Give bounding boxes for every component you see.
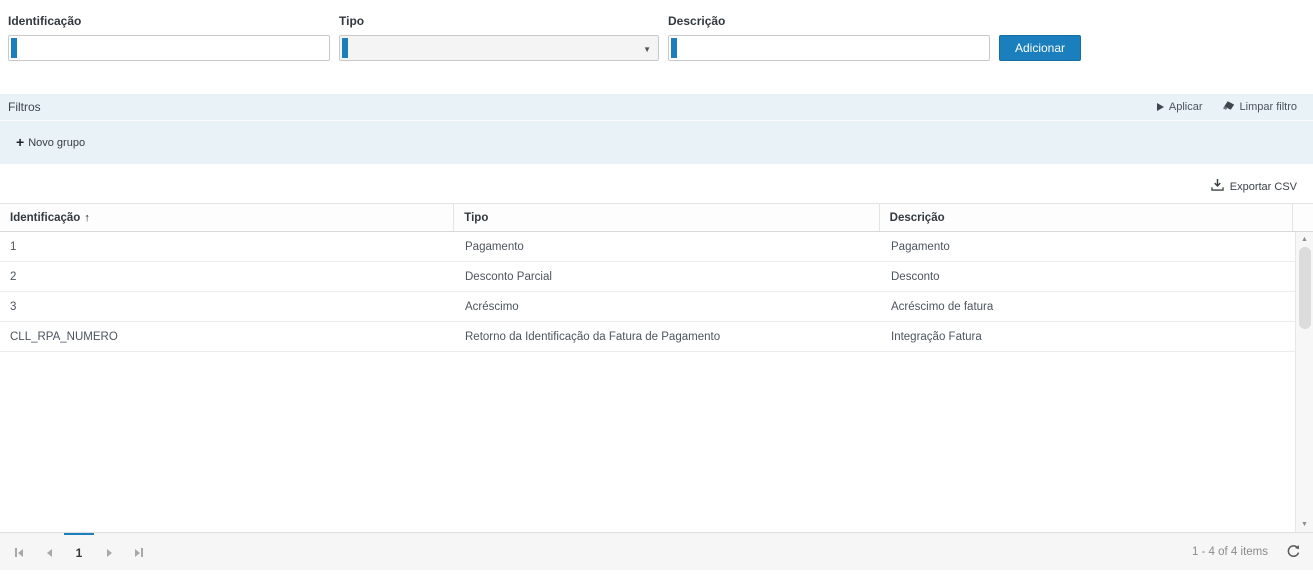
- cell-tipo: Acréscimo: [455, 301, 881, 313]
- export-row: Exportar CSV: [0, 164, 1313, 203]
- triangle-left-icon: [47, 549, 52, 557]
- last-page-icon: [141, 548, 143, 557]
- novo-grupo-label: Novo grupo: [28, 137, 85, 149]
- triangle-right-icon: [107, 549, 112, 557]
- pager-right: 1 - 4 of 4 items: [1192, 544, 1301, 559]
- previous-page-button[interactable]: [34, 533, 64, 571]
- page-1-button[interactable]: 1: [64, 533, 94, 571]
- cell-tipo: Retorno da Identificação da Fatura de Pa…: [455, 331, 881, 343]
- filters-header: Filtros Aplicar Limpar filtro: [0, 94, 1313, 121]
- cell-descricao: Desconto: [881, 271, 1295, 283]
- identificacao-input[interactable]: [8, 35, 330, 61]
- table-row[interactable]: 1 Pagamento Pagamento: [0, 232, 1295, 262]
- refresh-button[interactable]: [1286, 544, 1301, 559]
- cell-identificacao: 1: [0, 241, 455, 253]
- pager: 1 1 - 4 of 4 items: [0, 532, 1313, 570]
- tipo-label: Tipo: [339, 14, 659, 28]
- novo-grupo-button[interactable]: + Novo grupo: [16, 137, 85, 149]
- descricao-input-field[interactable]: [669, 36, 989, 60]
- exportar-csv-button[interactable]: Exportar CSV: [1211, 179, 1297, 194]
- data-grid: Identificação ↑ Tipo Descrição 1 Pagamen…: [0, 203, 1313, 570]
- scroll-down-icon[interactable]: ▼: [1301, 517, 1308, 532]
- text-caret: [11, 38, 17, 58]
- filters-panel: Filtros Aplicar Limpar filtro + Novo gru…: [0, 94, 1313, 164]
- cell-identificacao: 2: [0, 271, 455, 283]
- grid-header: Identificação ↑ Tipo Descrição: [0, 204, 1313, 232]
- tipo-field: Tipo ▼: [339, 14, 659, 61]
- column-header-tipo[interactable]: Tipo: [454, 204, 879, 231]
- text-caret: [671, 38, 677, 58]
- grid-rows: 1 Pagamento Pagamento 2 Desconto Parcial…: [0, 232, 1295, 532]
- cell-tipo: Desconto Parcial: [455, 271, 881, 283]
- dropdown-arrow-icon: ▼: [643, 45, 651, 54]
- column-header-identificacao[interactable]: Identificação ↑: [0, 204, 454, 231]
- column-header-label: Descrição: [890, 212, 945, 224]
- cell-descricao: Acréscimo de fatura: [881, 301, 1295, 313]
- filters-body: + Novo grupo: [0, 121, 1313, 164]
- apply-play-icon: [1157, 103, 1164, 111]
- add-record-form: Identificação Tipo ▼ Descrição Adicionar: [0, 0, 1313, 61]
- table-row[interactable]: 2 Desconto Parcial Desconto: [0, 262, 1295, 292]
- pager-status: 1 - 4 of 4 items: [1192, 546, 1268, 558]
- download-icon: [1211, 179, 1224, 194]
- grid-body: 1 Pagamento Pagamento 2 Desconto Parcial…: [0, 232, 1313, 532]
- text-caret: [342, 38, 348, 58]
- column-header-label: Tipo: [464, 212, 488, 224]
- identificacao-field: Identificação: [8, 14, 330, 61]
- cell-descricao: Pagamento: [881, 241, 1295, 253]
- next-page-button[interactable]: [94, 533, 124, 571]
- exportar-csv-label: Exportar CSV: [1230, 181, 1297, 193]
- header-scrollbar-spacer: [1293, 204, 1313, 231]
- plus-icon: +: [16, 137, 24, 148]
- triangle-left-icon: [18, 549, 23, 557]
- triangle-right-icon: [135, 549, 140, 557]
- column-header-label: Identificação: [10, 212, 80, 224]
- filters-title: Filtros: [8, 100, 41, 114]
- identificacao-input-field[interactable]: [9, 36, 329, 60]
- cell-identificacao: CLL_RPA_NUMERO: [0, 331, 455, 343]
- cell-descricao: Integração Fatura: [881, 331, 1295, 343]
- tipo-select-value: [340, 36, 658, 60]
- table-row[interactable]: 3 Acréscimo Acréscimo de fatura: [0, 292, 1295, 322]
- cell-identificacao: 3: [0, 301, 455, 313]
- limpar-filtro-button[interactable]: Limpar filtro: [1223, 100, 1297, 114]
- scroll-up-icon[interactable]: ▲: [1301, 232, 1308, 247]
- sort-ascending-icon: ↑: [84, 212, 90, 224]
- table-row[interactable]: CLL_RPA_NUMERO Retorno da Identificação …: [0, 322, 1295, 352]
- tipo-select[interactable]: ▼: [339, 35, 659, 61]
- filters-actions: Aplicar Limpar filtro: [1157, 100, 1297, 114]
- last-page-button[interactable]: [124, 533, 154, 571]
- descricao-field: Descrição: [668, 14, 990, 61]
- first-page-icon: [15, 548, 17, 557]
- limpar-filtro-label: Limpar filtro: [1240, 101, 1297, 113]
- descricao-input[interactable]: [668, 35, 990, 61]
- adicionar-button[interactable]: Adicionar: [999, 35, 1081, 61]
- eraser-icon: [1223, 100, 1235, 114]
- vertical-scrollbar[interactable]: ▲ ▼: [1295, 232, 1313, 532]
- identificacao-label: Identificação: [8, 14, 330, 28]
- aplicar-button[interactable]: Aplicar: [1157, 100, 1203, 114]
- refresh-icon: [1286, 544, 1301, 559]
- cell-tipo: Pagamento: [455, 241, 881, 253]
- scrollbar-thumb[interactable]: [1299, 247, 1311, 329]
- first-page-button[interactable]: [4, 533, 34, 571]
- descricao-label: Descrição: [668, 14, 990, 28]
- aplicar-label: Aplicar: [1169, 101, 1203, 113]
- column-header-descricao[interactable]: Descrição: [880, 204, 1293, 231]
